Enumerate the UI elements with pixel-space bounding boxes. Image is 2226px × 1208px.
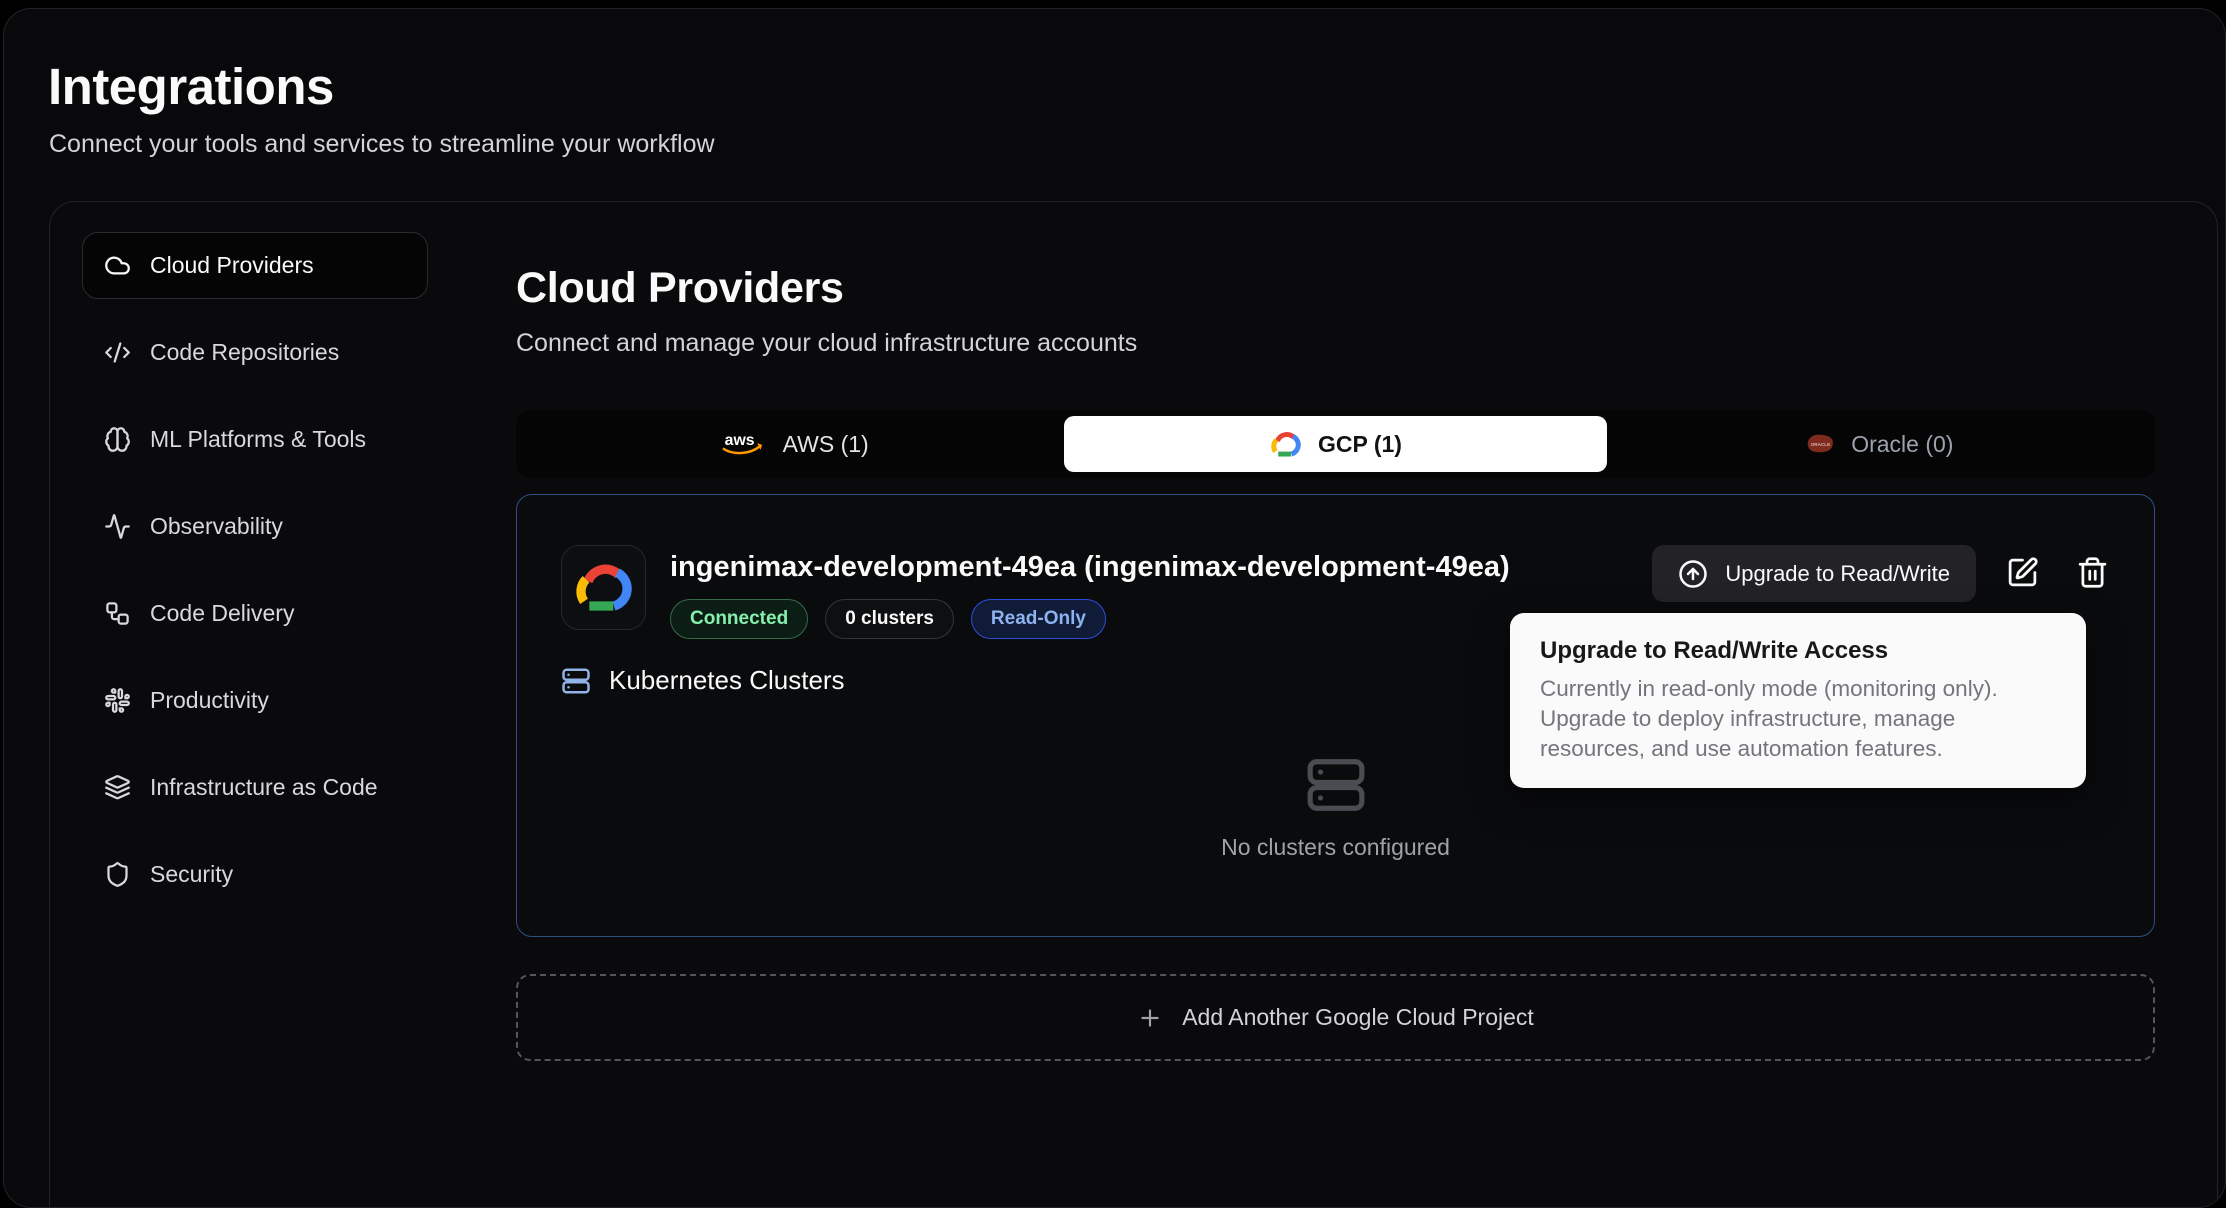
account-actions: Upgrade to Read/Write [1652,545,2110,602]
brain-icon [104,426,131,453]
sidebar-item-cloud-providers[interactable]: Cloud Providers [82,232,428,299]
svg-text:ORACLE: ORACLE [1811,442,1830,447]
sidebar-item-security[interactable]: Security [82,841,428,908]
cloud-icon [104,252,131,279]
add-project-label: Add Another Google Cloud Project [1182,1004,1534,1031]
sidebar-item-ml-platforms[interactable]: ML Platforms & Tools [82,406,428,473]
sidebar-item-observability[interactable]: Observability [82,493,428,560]
tab-label: GCP (1) [1318,431,1402,458]
square-pen-icon [2006,556,2039,589]
main-content: Cloud Providers Connect and manage your … [516,232,2155,1208]
sidebar: Cloud Providers Code Repositories ML Pla… [82,232,428,1208]
upgrade-readwrite-button[interactable]: Upgrade to Read/Write [1652,545,1976,602]
section-subtitle: Connect and manage your cloud infrastruc… [516,329,2155,358]
delete-account-button[interactable] [2074,556,2110,592]
empty-state-text: No clusters configured [1221,834,1450,861]
sidebar-item-code-repositories[interactable]: Code Repositories [82,319,428,386]
svg-text:aws: aws [724,432,754,449]
section-title: Cloud Providers [516,264,2155,313]
add-gcp-project-button[interactable]: Add Another Google Cloud Project [516,974,2155,1061]
sidebar-item-label: Productivity [150,687,269,714]
app-window: Integrations Connect your tools and serv… [3,8,2226,1208]
plus-icon [1137,1005,1163,1031]
sidebar-item-label: Observability [150,513,283,540]
sidebar-item-label: Infrastructure as Code [150,774,378,801]
oracle-logo-icon: ORACLE [1802,432,1836,456]
server-icon [561,666,591,696]
aws-logo-icon: aws [718,428,768,460]
integrations-panel: Cloud Providers Code Repositories ML Pla… [49,201,2218,1208]
circle-arrow-up-icon [1678,559,1708,589]
page-subtitle: Connect your tools and services to strea… [49,130,2225,159]
gcp-account-card: ingenimax-development-49ea (ingenimax-de… [516,494,2155,937]
sidebar-item-code-delivery[interactable]: Code Delivery [82,580,428,647]
sidebar-item-label: Code Repositories [150,339,339,366]
account-info: ingenimax-development-49ea (ingenimax-de… [670,545,1510,639]
activity-icon [104,513,131,540]
tab-label: AWS (1) [783,431,869,458]
account-name: ingenimax-development-49ea (ingenimax-de… [670,545,1510,584]
edit-account-button[interactable] [2004,556,2040,592]
gcp-logo-icon [1269,430,1303,459]
kubernetes-clusters-title: Kubernetes Clusters [609,665,845,696]
workflow-icon [104,600,131,627]
tab-gcp[interactable]: GCP (1) [1064,416,1606,472]
shield-icon [104,861,131,888]
tooltip-body: Currently in read-only mode (monitoring … [1540,674,2056,764]
sidebar-item-infrastructure-as-code[interactable]: Infrastructure as Code [82,754,428,821]
upgrade-tooltip: Upgrade to Read/Write Access Currently i… [1510,613,2086,788]
sidebar-item-label: Security [150,861,233,888]
code-icon [104,339,131,366]
tab-label: Oracle (0) [1851,431,1953,458]
tooltip-title: Upgrade to Read/Write Access [1540,637,2056,665]
server-icon [1305,754,1367,816]
sidebar-item-label: ML Platforms & Tools [150,426,366,453]
clusters-count-badge: 0 clusters [825,599,954,639]
account-badges: Connected 0 clusters Read-Only [670,599,1510,639]
slack-icon [104,687,131,714]
sidebar-item-label: Code Delivery [150,600,294,627]
status-badge-connected: Connected [670,599,808,639]
sidebar-item-label: Cloud Providers [150,252,314,279]
gcp-logo-icon [572,561,636,615]
page-title: Integrations [48,57,2225,116]
access-mode-badge: Read-Only [971,599,1106,639]
gcp-logo-box [561,545,646,630]
sidebar-item-productivity[interactable]: Productivity [82,667,428,734]
upgrade-button-label: Upgrade to Read/Write [1725,561,1950,587]
tab-oracle[interactable]: ORACLE Oracle (0) [1607,416,2149,472]
tab-aws[interactable]: aws AWS (1) [522,416,1064,472]
provider-tabs: aws AWS (1) GCP (1) [516,410,2155,478]
trash-icon [2076,556,2109,589]
layers-icon [104,774,131,801]
